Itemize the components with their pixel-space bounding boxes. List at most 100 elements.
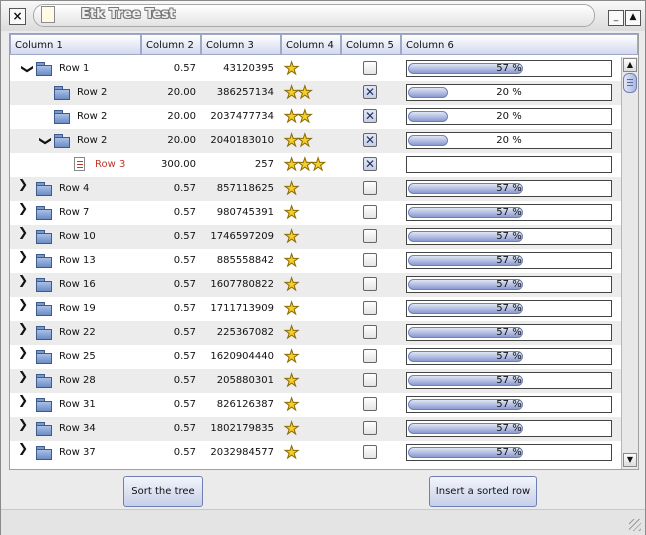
- tree-row[interactable]: ❯ Row 22 0.57 225367082 ★ 57 %: [10, 321, 621, 345]
- rating-stars[interactable]: ★: [283, 201, 299, 225]
- expander-closed-icon[interactable]: ❯: [16, 201, 30, 225]
- rating-stars[interactable]: ★: [283, 297, 300, 321]
- progress-text: 57 %: [496, 207, 522, 218]
- tree-row[interactable]: ❯ Row 37 0.57 2032984577 ★ 57 %: [10, 441, 621, 465]
- expander-closed-icon[interactable]: ❯: [16, 441, 30, 465]
- scroll-down-button[interactable]: ▼: [623, 453, 637, 467]
- row-checkbox[interactable]: [363, 397, 377, 411]
- tree-row[interactable]: Row 3 300.00 257 ★★★ ✕: [10, 153, 621, 177]
- maximize-button[interactable]: ▲: [625, 10, 641, 26]
- column-header-1[interactable]: Column 1: [10, 34, 141, 55]
- rating-stars[interactable]: ★★: [283, 81, 313, 105]
- row-checkbox[interactable]: [363, 205, 377, 219]
- row-label: Row 4: [59, 183, 90, 194]
- tree-row[interactable]: ❯ Row 1 0.57 43120395 ★ 57 %: [10, 57, 621, 81]
- expander-open-icon[interactable]: ❯: [11, 62, 35, 76]
- tree-row[interactable]: ❯ Row 13 0.57 885558842 ★ 57 %: [10, 249, 621, 273]
- expander-closed-icon[interactable]: ❯: [16, 297, 30, 321]
- row-checkbox[interactable]: [363, 277, 377, 291]
- row-checkbox[interactable]: [363, 445, 377, 459]
- rating-stars[interactable]: ★: [283, 369, 300, 393]
- cell-column-2: 300.00: [161, 159, 196, 170]
- rating-stars[interactable]: ★★★: [283, 153, 326, 177]
- column-header-6[interactable]: Column 6: [401, 34, 638, 55]
- tree-view: Column 1 Column 2 Column 3 Column 4 Colu…: [9, 33, 639, 470]
- sort-tree-button[interactable]: Sort the tree: [123, 476, 203, 507]
- cell-column-3: 1711713909: [210, 303, 274, 314]
- progress-bar: 57 %: [406, 180, 612, 197]
- insert-sorted-row-button[interactable]: Insert a sorted row: [429, 476, 537, 507]
- tree-row[interactable]: Row 2 20.00 2037477734 ★★ ✕ 20 %: [10, 105, 621, 129]
- rating-stars[interactable]: ★: [283, 177, 299, 201]
- star-icon: ★: [283, 227, 300, 248]
- expander-closed-icon[interactable]: ❯: [16, 225, 30, 249]
- column-header-3[interactable]: Column 3: [201, 34, 281, 55]
- cell-column-3: 1620904440: [210, 351, 274, 362]
- tree-row[interactable]: ❯ Row 7 0.57 980745391 ★ 57 %: [10, 201, 621, 225]
- row-checkbox[interactable]: [363, 325, 377, 339]
- star-icon: ★: [283, 299, 300, 320]
- column-header-2[interactable]: Column 2: [141, 34, 201, 55]
- rating-stars[interactable]: ★: [283, 249, 299, 273]
- tree-row[interactable]: ❯ Row 4 0.57 857118625 ★ 57 %: [10, 177, 621, 201]
- expander-closed-icon[interactable]: ❯: [16, 393, 30, 417]
- rating-stars[interactable]: ★: [283, 393, 299, 417]
- minimize-button[interactable]: _: [608, 10, 624, 26]
- tree-row[interactable]: ❯ Row 31 0.57 826126387 ★ 57 %: [10, 393, 621, 417]
- rating-stars[interactable]: ★: [283, 57, 299, 81]
- rating-stars[interactable]: ★: [283, 417, 299, 441]
- tree-row[interactable]: ❯ Row 19 0.57 1711713909 ★ 57 %: [10, 297, 621, 321]
- app-window: × Etk Tree Test _ ▲ Column 1 Column 2 Co…: [0, 0, 646, 535]
- row-checkbox[interactable]: [363, 349, 377, 363]
- tree-row[interactable]: ❯ Row 28 0.57 205880301 ★ 57 %: [10, 369, 621, 393]
- column-header-4[interactable]: Column 4: [281, 34, 341, 55]
- tree-row[interactable]: ❯ Row 10 0.57 1746597209 ★ 57 %: [10, 225, 621, 249]
- expander-closed-icon[interactable]: ❯: [16, 345, 30, 369]
- vertical-scrollbar[interactable]: ▲ ▼: [621, 57, 638, 469]
- star-icon: ★: [283, 371, 300, 392]
- tree-row[interactable]: Row 2 20.00 386257134 ★★ ✕ 20 %: [10, 81, 621, 105]
- row-checkbox[interactable]: [363, 373, 377, 387]
- close-button[interactable]: ×: [9, 8, 26, 25]
- row-checkbox[interactable]: [363, 229, 377, 243]
- tree-row[interactable]: ❯ Row 16 0.57 1607780822 ★ 57 %: [10, 273, 621, 297]
- cell-column-3: 980745391: [216, 207, 274, 218]
- scroll-thumb[interactable]: [623, 73, 637, 93]
- row-checkbox[interactable]: ✕: [363, 157, 377, 171]
- rating-stars[interactable]: ★: [283, 321, 299, 345]
- scroll-up-button[interactable]: ▲: [623, 58, 637, 72]
- row-checkbox[interactable]: [363, 61, 377, 75]
- row-checkbox[interactable]: ✕: [363, 109, 377, 123]
- column-header-5[interactable]: Column 5: [341, 34, 401, 55]
- tree-row[interactable]: ❯ Row 2 20.00 2040183010 ★★ ✕ 20 %: [10, 129, 621, 153]
- rating-stars[interactable]: ★: [283, 441, 300, 465]
- expander-open-icon[interactable]: ❯: [29, 134, 53, 148]
- row-checkbox[interactable]: [363, 181, 377, 195]
- row-checkbox[interactable]: [363, 301, 377, 315]
- resize-grip-icon[interactable]: [629, 519, 641, 531]
- rating-stars[interactable]: ★★: [283, 105, 313, 129]
- star-icon: ★: [283, 347, 300, 368]
- expander-closed-icon[interactable]: ❯: [16, 249, 30, 273]
- expander-closed-icon[interactable]: ❯: [16, 417, 30, 441]
- star-icon: ★: [283, 275, 300, 296]
- cell-column-3: 2032984577: [210, 447, 274, 458]
- rating-stars[interactable]: ★★: [283, 129, 313, 153]
- row-checkbox[interactable]: ✕: [363, 133, 377, 147]
- star-icon: ★: [283, 443, 300, 464]
- row-checkbox[interactable]: [363, 421, 377, 435]
- expander-closed-icon[interactable]: ❯: [16, 321, 30, 345]
- row-label: Row 10: [59, 231, 96, 242]
- expander-closed-icon[interactable]: ❯: [16, 369, 30, 393]
- tree-row[interactable]: ❯ Row 25 0.57 1620904440 ★ 57 %: [10, 345, 621, 369]
- cell-column-3: 225367082: [216, 327, 274, 338]
- row-checkbox[interactable]: [363, 253, 377, 267]
- expander-closed-icon[interactable]: ❯: [16, 177, 30, 201]
- rating-stars[interactable]: ★: [283, 345, 300, 369]
- expander-closed-icon[interactable]: ❯: [16, 273, 30, 297]
- rating-stars[interactable]: ★: [283, 273, 300, 297]
- row-checkbox[interactable]: ✕: [363, 85, 377, 99]
- rating-stars[interactable]: ★: [283, 225, 300, 249]
- tree-row[interactable]: ❯ Row 34 0.57 1802179835 ★ 57 %: [10, 417, 621, 441]
- progress-text: 57 %: [496, 351, 522, 362]
